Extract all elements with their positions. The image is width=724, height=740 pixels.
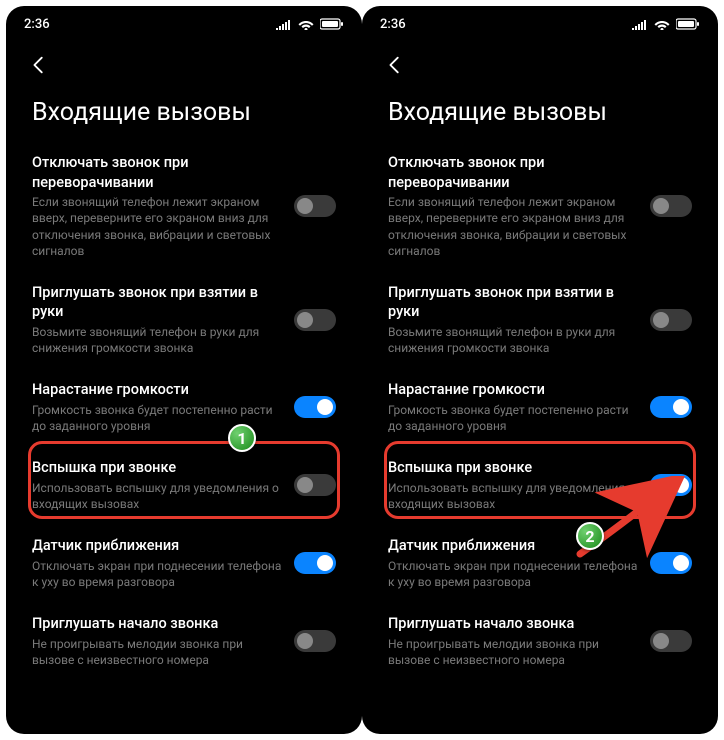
toggle-switch[interactable] [650,195,692,217]
setting-item[interactable]: Датчик приближенияОтключать экран при по… [32,524,336,602]
badge-2: 2 [576,522,604,550]
setting-title: Отключать звонок при переворачивании [32,153,286,192]
setting-item[interactable]: Вспышка при звонкеИспользовать вспышку д… [32,446,336,524]
setting-description: Если звонящий телефон лежит экраном ввер… [388,194,642,259]
setting-description: Не проигрывать мелодии звонка при вызове… [32,636,286,668]
setting-description: Громкость звонка будет постепенно расти … [388,402,642,434]
setting-title: Датчик приближения [32,536,286,556]
badge-1: 1 [228,424,256,452]
wifi-icon [654,18,670,30]
status-time: 2:36 [380,17,406,32]
setting-description: Не проигрывать мелодии звонка при вызове… [388,636,642,668]
signal-icon [632,18,648,30]
toggle-switch[interactable] [294,396,336,418]
setting-title: Приглушать звонок при взятии в руки [388,283,642,322]
setting-description: Если звонящий телефон лежит экраном ввер… [32,194,286,259]
toggle-switch[interactable] [650,309,692,331]
setting-title: Вспышка при звонке [32,458,286,478]
setting-description: Возьмите звонящий телефон в руки для сни… [32,324,286,356]
toggle-switch[interactable] [294,630,336,652]
setting-item[interactable]: Вспышка при звонкеИспользовать вспышку д… [388,446,692,524]
setting-item[interactable]: Нарастание громкостиГромкость звонка буд… [388,368,692,446]
toggle-switch[interactable] [294,552,336,574]
battery-icon [676,18,700,30]
setting-title: Вспышка при звонке [388,458,642,478]
setting-title: Приглушать начало звонка [388,614,642,634]
setting-item[interactable]: Приглушать начало звонкаНе проигрывать м… [388,602,692,680]
signal-icon [276,18,292,30]
setting-description: Использовать вспышку для уведомления о в… [388,480,642,512]
page-title: Входящие вызовы [362,80,718,141]
settings-list: Отключать звонок при переворачиванииЕсли… [362,141,718,680]
battery-icon [320,18,344,30]
setting-item[interactable]: Нарастание громкостиГромкость звонка буд… [32,368,336,446]
toggle-switch[interactable] [650,474,692,496]
phone-left: 2:36 Входящие вызовы Отключать звонок пр… [6,6,362,734]
setting-title: Приглушать звонок при взятии в руки [32,283,286,322]
setting-description: Отключать экран при поднесении телефона … [32,558,286,590]
settings-list: Отключать звонок при переворачиванииЕсли… [6,141,362,680]
setting-description: Отключать экран при поднесении телефона … [388,558,642,590]
status-icons [276,18,344,30]
setting-item[interactable]: Приглушать начало звонкаНе проигрывать м… [32,602,336,680]
page-title: Входящие вызовы [6,80,362,141]
back-icon[interactable] [28,54,50,76]
toggle-switch[interactable] [294,309,336,331]
setting-item[interactable]: Отключать звонок при переворачиванииЕсли… [388,141,692,271]
setting-item[interactable]: Датчик приближенияОтключать экран при по… [388,524,692,602]
status-bar: 2:36 [362,6,718,42]
phone-right: 2:36 Входящие вызовы Отключать звонок пр… [362,6,718,734]
status-icons [632,18,700,30]
toggle-switch[interactable] [650,396,692,418]
setting-title: Датчик приближения [388,536,642,556]
toggle-switch[interactable] [294,474,336,496]
status-time: 2:36 [24,17,50,32]
setting-title: Приглушать начало звонка [32,614,286,634]
setting-item[interactable]: Отключать звонок при переворачиванииЕсли… [32,141,336,271]
setting-description: Возьмите звонящий телефон в руки для сни… [388,324,642,356]
toggle-switch[interactable] [294,195,336,217]
setting-item[interactable]: Приглушать звонок при взятии в рукиВозьм… [388,271,692,369]
status-bar: 2:36 [6,6,362,42]
setting-item[interactable]: Приглушать звонок при взятии в рукиВозьм… [32,271,336,369]
setting-title: Нарастание громкости [32,380,286,400]
setting-description: Использовать вспышку для уведомления о в… [32,480,286,512]
back-icon[interactable] [384,54,406,76]
toggle-switch[interactable] [650,630,692,652]
toggle-switch[interactable] [650,552,692,574]
wifi-icon [298,18,314,30]
setting-title: Отключать звонок при переворачивании [388,153,642,192]
setting-title: Нарастание громкости [388,380,642,400]
